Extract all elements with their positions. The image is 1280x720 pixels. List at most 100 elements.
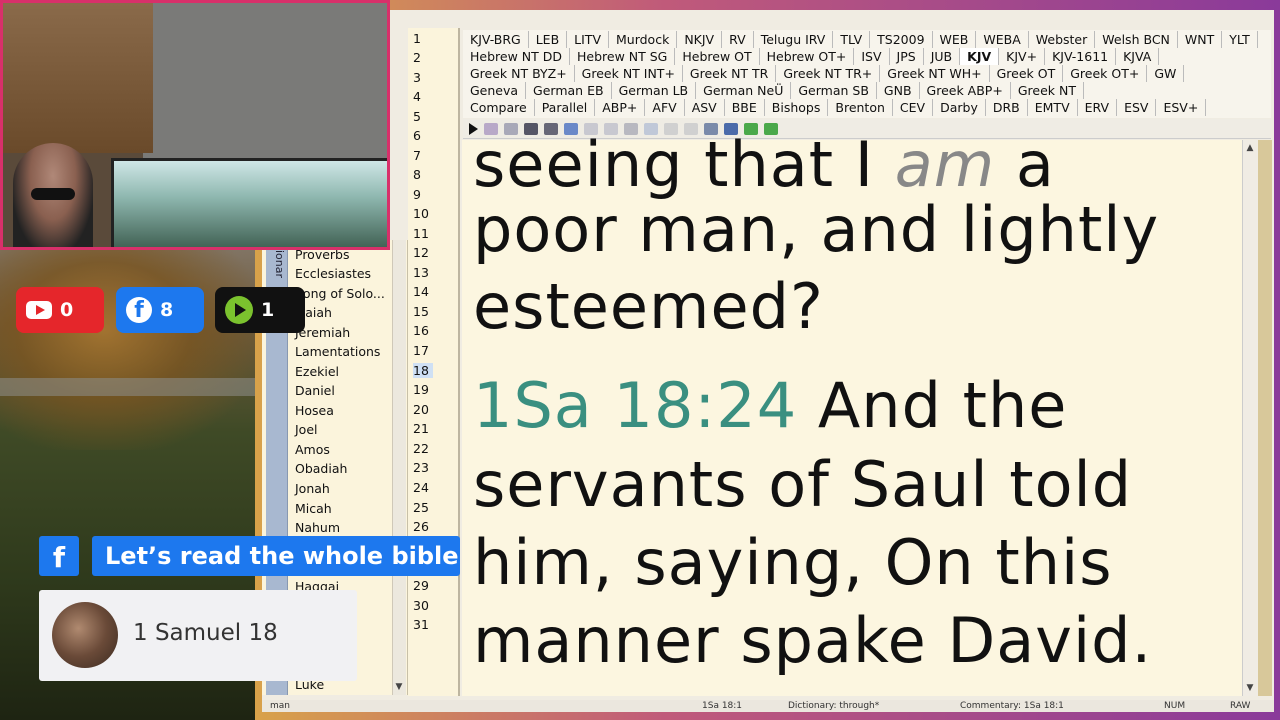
line-number[interactable]: 19 — [413, 382, 433, 397]
version-tab[interactable]: Telugu IRV — [754, 31, 834, 48]
line-number[interactable]: 17 — [413, 343, 433, 358]
version-tab[interactable]: Brenton — [828, 99, 893, 116]
version-tab[interactable]: EMTV — [1028, 99, 1078, 116]
version-tab[interactable]: WEBA — [976, 31, 1029, 48]
line-number[interactable]: 7 — [413, 148, 433, 163]
side-panel-tabs[interactable] — [1258, 140, 1272, 696]
version-tab[interactable]: LEB — [529, 31, 568, 48]
line-number[interactable]: 10 — [413, 206, 433, 221]
version-tab[interactable]: GNB — [877, 82, 920, 99]
book-item[interactable]: Micah — [295, 500, 332, 518]
scroll-down-arrow-icon[interactable]: ▼ — [393, 681, 405, 693]
line-number[interactable]: 31 — [413, 617, 433, 632]
book-item[interactable]: Obadiah — [295, 460, 347, 478]
line-number[interactable]: 6 — [413, 128, 433, 143]
version-tab[interactable]: RV — [722, 31, 754, 48]
scroll-up-arrow-icon[interactable]: ▲ — [1244, 142, 1256, 154]
line-number[interactable]: 25 — [413, 500, 433, 515]
line-number[interactable]: 2 — [413, 50, 433, 65]
version-tab[interactable]: ERV — [1078, 99, 1118, 116]
version-tab[interactable]: Hebrew NT DD — [463, 48, 570, 65]
scroll-down-arrow-icon[interactable]: ▼ — [1244, 682, 1256, 694]
version-tab[interactable]: Welsh BCN — [1095, 31, 1178, 48]
line-number[interactable]: 22 — [413, 441, 433, 456]
version-tab[interactable]: Greek NT TR+ — [776, 65, 881, 82]
version-tab[interactable]: Greek NT WH+ — [880, 65, 990, 82]
book-item[interactable]: Hosea — [295, 402, 334, 420]
version-tab[interactable]: BBE — [725, 99, 765, 116]
line-number[interactable]: 8 — [413, 167, 433, 182]
line-number[interactable]: 12 — [413, 245, 433, 260]
version-tab[interactable]: CEV — [893, 99, 934, 116]
version-tab[interactable]: ISV — [854, 48, 890, 65]
version-tab[interactable]: Greek OT — [990, 65, 1064, 82]
version-tab[interactable]: WNT — [1178, 31, 1223, 48]
line-number[interactable]: 26 — [413, 519, 433, 534]
version-tab[interactable]: German EB — [526, 82, 612, 99]
line-number[interactable]: 23 — [413, 460, 433, 475]
line-number[interactable]: 20 — [413, 402, 433, 417]
book-item[interactable]: Joel — [295, 421, 318, 439]
line-number[interactable]: 4 — [413, 89, 433, 104]
version-tab[interactable]: JUB — [924, 48, 961, 65]
books-scrollbar[interactable] — [392, 240, 406, 695]
version-tab[interactable]: TLV — [833, 31, 871, 48]
version-tab[interactable]: Parallel — [535, 99, 596, 116]
line-number[interactable]: 1 — [413, 31, 433, 46]
version-tab[interactable]: Compare — [463, 99, 535, 116]
version-tab[interactable]: ESV — [1117, 99, 1157, 116]
version-tab[interactable]: KJV — [960, 48, 1000, 65]
version-tab[interactable]: German SB — [791, 82, 877, 99]
version-tab[interactable]: ASV — [685, 99, 725, 116]
version-tab[interactable]: German LB — [612, 82, 697, 99]
line-number[interactable]: 16 — [413, 323, 433, 338]
line-number[interactable]: 11 — [413, 226, 433, 241]
version-tab[interactable]: ABP+ — [595, 99, 646, 116]
text-scrollbar[interactable] — [1242, 140, 1258, 696]
version-tab[interactable]: Webster — [1029, 31, 1096, 48]
version-tab[interactable]: Bishops — [765, 99, 829, 116]
version-tab[interactable]: Greek NT BYZ+ — [463, 65, 575, 82]
version-tab[interactable]: LITV — [567, 31, 609, 48]
book-item[interactable]: Ecclesiastes — [295, 265, 371, 283]
line-number[interactable]: 9 — [413, 187, 433, 202]
line-number[interactable]: 14 — [413, 284, 433, 299]
version-tab[interactable]: WEB — [933, 31, 977, 48]
version-tab[interactable]: Greek OT+ — [1063, 65, 1148, 82]
version-tab[interactable]: AFV — [645, 99, 685, 116]
line-number[interactable]: 5 — [413, 109, 433, 124]
version-tab[interactable]: KJV-1611 — [1045, 48, 1117, 65]
book-item[interactable]: Lamentations — [295, 343, 380, 361]
line-number[interactable]: 3 — [413, 70, 433, 85]
book-item[interactable]: Ezekiel — [295, 363, 339, 381]
verse-reference-link[interactable]: 1Sa 18:24 — [473, 369, 797, 442]
version-tab[interactable]: TS2009 — [870, 31, 933, 48]
line-number[interactable]: 18 — [413, 363, 433, 378]
line-number[interactable]: 21 — [413, 421, 433, 436]
version-tab[interactable]: NKJV — [677, 31, 723, 48]
version-tab[interactable]: Geneva — [463, 82, 527, 99]
book-item[interactable]: Amos — [295, 441, 330, 459]
line-number[interactable]: 13 — [413, 265, 433, 280]
version-tab[interactable]: KJV-BRG — [463, 31, 529, 48]
version-tab[interactable]: German NeÜ — [696, 82, 792, 99]
line-number[interactable]: 15 — [413, 304, 433, 319]
book-item[interactable]: Nahum — [295, 519, 340, 537]
version-tab[interactable]: Hebrew NT SG — [570, 48, 676, 65]
book-item[interactable]: Jonah — [295, 480, 330, 498]
version-tab[interactable]: YLT — [1222, 31, 1258, 48]
version-tab[interactable]: Murdock — [609, 31, 678, 48]
book-item[interactable]: Daniel — [295, 382, 335, 400]
version-tab[interactable]: Greek NT INT+ — [575, 65, 683, 82]
version-tab[interactable]: Greek ABP+ — [920, 82, 1011, 99]
version-tab[interactable]: Greek NT TR — [683, 65, 777, 82]
version-tab[interactable]: KJVA — [1116, 48, 1160, 65]
version-tab[interactable]: Hebrew OT+ — [760, 48, 855, 65]
line-number[interactable]: 24 — [413, 480, 433, 495]
line-number[interactable]: 30 — [413, 598, 433, 613]
book-item[interactable]: Song of Solo... — [295, 285, 385, 303]
version-tab[interactable]: GW — [1147, 65, 1185, 82]
version-tab[interactable]: Greek NT — [1011, 82, 1084, 99]
version-tab[interactable]: DRB — [986, 99, 1028, 116]
version-tab[interactable]: Darby — [933, 99, 986, 116]
